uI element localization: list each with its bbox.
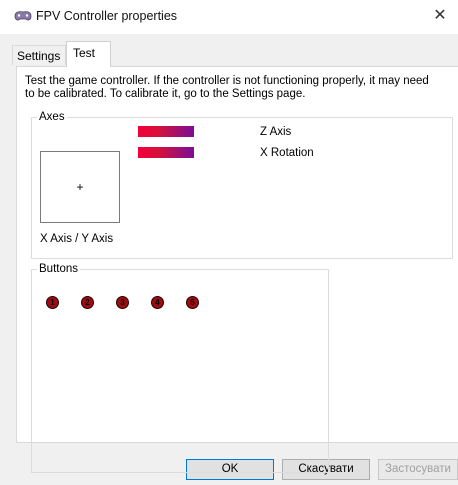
xy-axis-box: + <box>40 151 120 223</box>
close-button[interactable]: ✕ <box>422 0 458 34</box>
title-bar: FPV Controller properties ✕ <box>0 0 458 34</box>
window-title: FPV Controller properties <box>36 9 178 23</box>
xy-axis-label: X Axis / Y Axis <box>40 233 114 245</box>
controller-button-indicator: 1 <box>46 296 59 309</box>
buttons-group: Buttons 1 2 3 4 5 <box>31 262 329 473</box>
axes-group: Axes Z Axis X Rotation + X Axis / Y Axis <box>31 110 453 259</box>
axes-group-label: Axes <box>37 110 67 124</box>
controller-button-indicator: 5 <box>186 296 199 309</box>
apply-button[interactable]: Застосувати <box>378 459 458 480</box>
controller-button-indicator: 4 <box>151 296 164 309</box>
z-axis-label: Z Axis <box>260 126 292 138</box>
z-axis-bar <box>138 126 194 137</box>
crosshair-icon: + <box>76 180 84 194</box>
game-controller-icon <box>14 11 32 21</box>
controller-button-indicator: 3 <box>116 296 129 309</box>
tab-test[interactable]: Test <box>66 41 111 67</box>
buttons-group-label: Buttons <box>37 262 80 276</box>
close-icon: ✕ <box>433 7 447 24</box>
x-rotation-label: X Rotation <box>260 147 314 159</box>
test-tab-panel: Test the game controller. If the control… <box>16 66 458 473</box>
dialog-client-area: Settings Test Test the game controller. … <box>0 34 458 485</box>
test-description: Test the game controller. If the control… <box>25 75 429 100</box>
controller-button-indicator: 2 <box>81 296 94 309</box>
tab-settings[interactable]: Settings <box>12 45 66 65</box>
x-rotation-bar <box>138 147 194 158</box>
